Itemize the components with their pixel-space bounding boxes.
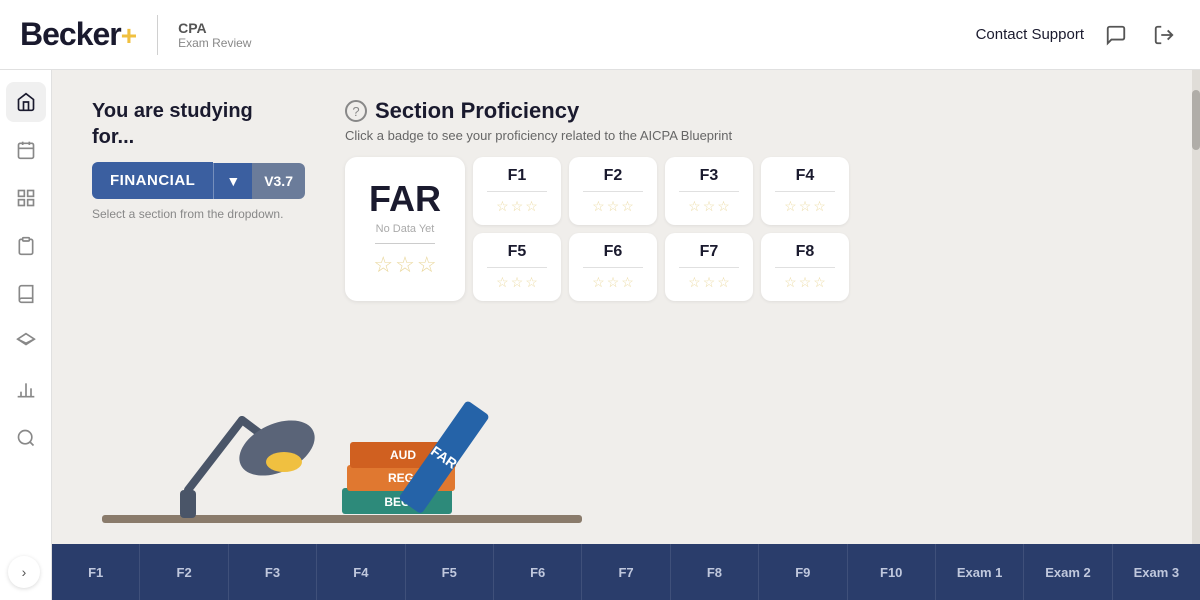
tab-f1[interactable]: F1: [52, 544, 140, 600]
badge-f6-stars: ☆☆☆: [592, 274, 634, 291]
badge-f5-stars: ☆☆☆: [496, 274, 538, 291]
section-hint: Select a section from the dropdown.: [92, 207, 305, 221]
svg-text:REG: REG: [388, 471, 414, 485]
sidebar-item-grid[interactable]: [6, 178, 46, 218]
sidebar: [0, 70, 52, 600]
bottom-tabs: F1 F2 F3 F4 F5 F6 F7 F8 F9 F10 Exam 1 Ex…: [52, 544, 1200, 600]
logout-icon[interactable]: [1148, 19, 1180, 51]
proficiency-block: ? Section Proficiency Click a badge to s…: [345, 98, 1160, 301]
badge-f2[interactable]: F2 ☆☆☆: [569, 157, 657, 225]
contact-support-link[interactable]: Contact Support: [976, 26, 1084, 43]
badge-f1-stars: ☆☆☆: [496, 198, 538, 215]
far-card[interactable]: FAR No Data Yet ☆ ☆ ☆: [345, 157, 465, 301]
far-stars: ☆ ☆ ☆: [373, 252, 436, 278]
logo: Becker +: [20, 16, 137, 53]
sidebar-item-layers[interactable]: [6, 322, 46, 362]
tab-f4[interactable]: F4: [317, 544, 405, 600]
sidebar-item-chart[interactable]: [6, 370, 46, 410]
badge-f3-stars: ☆☆☆: [688, 198, 730, 215]
sidebar-item-clipboard[interactable]: [6, 226, 46, 266]
badges-grid: F1 ☆☆☆ F2 ☆☆☆: [473, 157, 849, 301]
header-subtitle: CPA Exam Review: [178, 20, 251, 50]
far-no-data: No Data Yet: [376, 223, 435, 235]
header-cpa: CPA: [178, 20, 251, 36]
app-layout: You are studying for... FINANCIAL ▼ V3.7…: [0, 70, 1200, 600]
section-dropdown-button[interactable]: ▼: [213, 163, 252, 199]
sidebar-item-calendar[interactable]: [6, 130, 46, 170]
far-star-3: ☆: [417, 252, 437, 278]
badge-f6-divider: [583, 267, 643, 268]
badge-f5[interactable]: F5 ☆☆☆: [473, 233, 561, 301]
badge-f4-divider: [775, 191, 835, 192]
scroll-thumb[interactable]: [1192, 90, 1200, 150]
far-star-2: ☆: [395, 252, 415, 278]
header-right: Contact Support: [976, 19, 1180, 51]
studying-block: You are studying for... FINANCIAL ▼ V3.7…: [92, 98, 305, 221]
badge-f7-divider: [679, 267, 739, 268]
proficiency-grid: FAR No Data Yet ☆ ☆ ☆ F1: [345, 157, 1160, 301]
tab-f6[interactable]: F6: [494, 544, 582, 600]
message-icon[interactable]: [1100, 19, 1132, 51]
tab-f2[interactable]: F2: [140, 544, 228, 600]
tab-f9[interactable]: F9: [759, 544, 847, 600]
expand-sidebar-button[interactable]: ›: [8, 556, 40, 588]
section-name-button[interactable]: FINANCIAL: [92, 162, 213, 199]
right-scrollbar[interactable]: [1192, 70, 1200, 544]
header-divider: [157, 15, 158, 55]
badge-f4-stars: ☆☆☆: [784, 198, 826, 215]
tab-exam2[interactable]: Exam 2: [1024, 544, 1112, 600]
badge-f2-stars: ☆☆☆: [592, 198, 634, 215]
tab-f5[interactable]: F5: [406, 544, 494, 600]
header-exam-review: Exam Review: [178, 36, 251, 50]
badge-f8-divider: [775, 267, 835, 268]
tab-f3[interactable]: F3: [229, 544, 317, 600]
badge-f4[interactable]: F4 ☆☆☆: [761, 157, 849, 225]
badge-f3[interactable]: F3 ☆☆☆: [665, 157, 753, 225]
far-label: FAR: [369, 181, 441, 217]
badge-f7-stars: ☆☆☆: [688, 274, 730, 291]
illustration-area: BEC REG AUD FAR: [102, 320, 582, 540]
svg-text:FAR: FAR: [428, 443, 460, 472]
studying-label-line2: for...: [92, 126, 134, 148]
badge-f6[interactable]: F6 ☆☆☆: [569, 233, 657, 301]
illustration-svg: BEC REG AUD FAR: [102, 320, 582, 540]
tab-f8[interactable]: F8: [671, 544, 759, 600]
badge-f8[interactable]: F8 ☆☆☆: [761, 233, 849, 301]
top-section: You are studying for... FINANCIAL ▼ V3.7…: [52, 70, 1200, 317]
tab-exam1[interactable]: Exam 1: [936, 544, 1024, 600]
studying-label: You are studying for...: [92, 98, 305, 150]
main-content: You are studying for... FINANCIAL ▼ V3.7…: [52, 70, 1200, 600]
badge-f8-stars: ☆☆☆: [784, 274, 826, 291]
badge-f1-divider: [487, 191, 547, 192]
far-star-1: ☆: [373, 252, 393, 278]
badge-f2-divider: [583, 191, 643, 192]
sidebar-item-search[interactable]: [6, 418, 46, 458]
tab-exam3[interactable]: Exam 3: [1113, 544, 1200, 600]
section-version: V3.7: [252, 163, 305, 199]
proficiency-header: ? Section Proficiency: [345, 98, 1160, 124]
svg-text:BEC: BEC: [384, 495, 410, 509]
section-selector: FINANCIAL ▼ V3.7: [92, 162, 305, 199]
far-divider: [375, 243, 435, 244]
badge-f5-divider: [487, 267, 547, 268]
logo-plus: +: [121, 20, 137, 52]
sidebar-item-home[interactable]: [6, 82, 46, 122]
badge-f7[interactable]: F7 ☆☆☆: [665, 233, 753, 301]
sidebar-item-book[interactable]: [6, 274, 46, 314]
help-icon[interactable]: ?: [345, 100, 367, 122]
badge-f1[interactable]: F1 ☆☆☆: [473, 157, 561, 225]
proficiency-title: Section Proficiency: [375, 98, 579, 124]
header: Becker + CPA Exam Review Contact Support: [0, 0, 1200, 70]
proficiency-subtitle: Click a badge to see your proficiency re…: [345, 128, 1160, 143]
tab-f10[interactable]: F10: [848, 544, 936, 600]
studying-label-line1: You are studying: [92, 100, 253, 122]
badge-f3-divider: [679, 191, 739, 192]
tab-f7[interactable]: F7: [582, 544, 670, 600]
logo-text: Becker: [20, 16, 121, 53]
svg-text:AUD: AUD: [390, 448, 416, 462]
